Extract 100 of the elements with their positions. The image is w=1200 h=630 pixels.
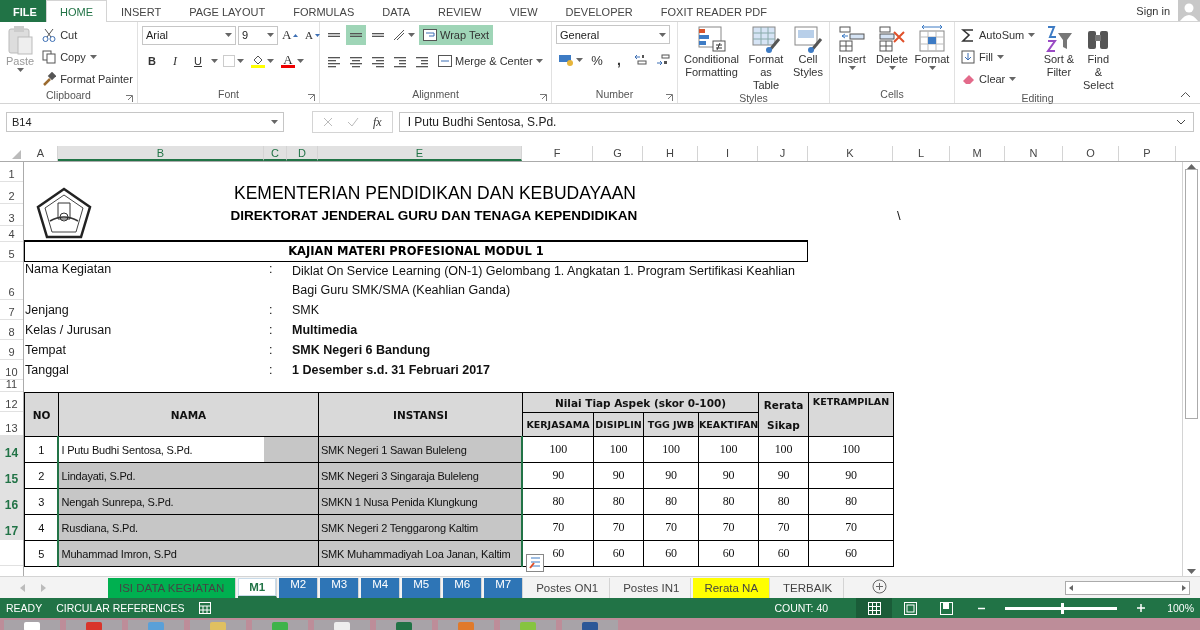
scrollbar-thumb[interactable] — [1185, 169, 1198, 419]
font-size-field[interactable]: 9 — [238, 25, 278, 45]
font-name-field[interactable]: Arial — [142, 25, 236, 45]
sheet-tab[interactable]: M3 — [320, 577, 360, 598]
column-header[interactable]: B — [58, 146, 264, 161]
column-header[interactable]: O — [1063, 146, 1119, 161]
merge-center-button[interactable]: Merge & Center — [434, 51, 547, 71]
column-header[interactable]: C — [264, 146, 287, 161]
row-header[interactable]: 7 — [0, 300, 23, 320]
row-header[interactable]: 1 — [0, 162, 23, 182]
ribbon-button[interactable]: Find & Select — [1080, 25, 1116, 92]
delete-cells-icon — [878, 25, 906, 53]
row-header[interactable]: 10 — [0, 360, 23, 380]
ribbon-button[interactable]: Format — [914, 25, 950, 88]
shrink-font-button[interactable]: A — [302, 25, 323, 45]
ribbon-tab[interactable]: DEVELOPER — [551, 0, 647, 22]
row-header[interactable]: 4 — [0, 226, 23, 242]
vertical-align-button[interactable] — [346, 25, 366, 45]
cut-button[interactable]: Cut — [40, 25, 135, 45]
percent-button[interactable]: % — [587, 50, 607, 70]
ribbon-tab[interactable]: FOXIT READER PDF — [646, 0, 781, 22]
column-header[interactable]: L — [893, 146, 950, 161]
table-cell: 60 — [593, 540, 644, 567]
table-cell: SMK Negeri 2 Tenggarong Kaltim — [318, 514, 523, 541]
row-header[interactable]: 15 — [0, 462, 23, 488]
column-header[interactable]: J — [758, 146, 808, 161]
horizontal-scrollbar[interactable] — [1065, 580, 1190, 595]
table-cell: 70 — [593, 514, 644, 541]
row-header[interactable]: 11 — [0, 380, 23, 392]
slider-thumb[interactable] — [1061, 602, 1065, 614]
insert-function-button[interactable]: fx — [373, 114, 382, 130]
sheet-tab[interactable]: M4 — [361, 577, 401, 598]
row-header[interactable]: 16 — [0, 488, 23, 514]
sheet-tab[interactable]: M5 — [402, 577, 442, 598]
ribbon-tab[interactable]: INSERT — [107, 0, 176, 22]
ribbon-tab[interactable]: FILE — [0, 0, 46, 22]
column-header[interactable]: F — [522, 146, 593, 161]
ribbon-button[interactable]: Cell Styles — [791, 25, 825, 92]
fill-button[interactable]: Fill — [959, 47, 1038, 67]
sheet-tab[interactable]: ISI DATA KEGIATAN — [108, 577, 237, 598]
grow-font-button[interactable]: A — [280, 25, 301, 45]
column-header[interactable]: N — [1005, 146, 1063, 161]
ribbon-tab[interactable]: DATA — [368, 0, 424, 22]
ribbon-tab[interactable]: PAGE LAYOUT — [175, 0, 280, 22]
row-header[interactable]: 12 — [0, 392, 23, 412]
group-label: Clipboard — [4, 89, 133, 103]
copy-button[interactable]: Copy — [40, 47, 135, 67]
ribbon-button[interactable]: Insert — [834, 25, 870, 88]
column-header[interactable]: H — [643, 146, 698, 161]
bold-button[interactable]: B — [142, 51, 162, 71]
caret-icon — [535, 59, 543, 63]
ribbon-button[interactable]: Sort & Filter — [1041, 25, 1077, 92]
number-format-field[interactable]: General — [556, 25, 670, 44]
row-header[interactable]: 9 — [0, 340, 23, 360]
sheet-tab[interactable]: Rerata NA — [693, 577, 771, 598]
wrap-text-button[interactable]: Wrap Text — [419, 25, 494, 45]
column-header[interactable]: G — [593, 146, 643, 161]
column-header[interactable]: E — [318, 146, 522, 161]
underline-button[interactable]: U — [188, 51, 208, 71]
sheet-tab[interactable]: M2 — [279, 577, 319, 598]
clear-button[interactable]: Clear — [959, 69, 1038, 89]
ribbon-button[interactable]: Delete — [874, 25, 910, 88]
sheet-tab[interactable]: Postes IN1 — [612, 577, 692, 598]
ribbon-tab[interactable]: HOME — [46, 0, 107, 22]
sign-in-link[interactable]: Sign in — [1136, 4, 1178, 17]
caret-icon — [314, 33, 320, 37]
sheet-tab[interactable]: TERBAIK — [772, 577, 845, 598]
row-header[interactable]: 17 — [0, 514, 23, 540]
row-header[interactable]: 3 — [0, 204, 23, 226]
column-header[interactable]: P — [1119, 146, 1176, 161]
ribbon-tab[interactable]: VIEW — [495, 0, 552, 22]
sheet-tab[interactable]: M1 — [238, 577, 278, 598]
column-header[interactable]: D — [287, 146, 318, 161]
format-painter-button[interactable]: Format Painter — [40, 69, 135, 89]
decrease-decimal-icon — [656, 54, 670, 66]
comma-button[interactable]: , — [609, 50, 629, 70]
ribbon-tab[interactable]: REVIEW — [424, 0, 496, 22]
formula-field[interactable]: I Putu Budhi Sentosa, S.Pd. — [398, 112, 1194, 132]
row-header[interactable]: 8 — [0, 320, 23, 340]
sheet-tab[interactable]: M6 — [443, 577, 483, 598]
ribbon-button[interactable]: Format as Table — [745, 25, 787, 92]
column-header[interactable]: K — [808, 146, 893, 161]
row-header[interactable]: 2 — [0, 182, 23, 204]
row-header[interactable]: 14 — [0, 436, 23, 462]
font-color-button[interactable]: A — [279, 51, 306, 71]
autosum-button[interactable]: AutoSum — [959, 25, 1038, 45]
name-box[interactable]: B14 — [6, 112, 284, 132]
row-header[interactable]: 6 — [0, 262, 23, 300]
table-cell: SMKN 1 Nusa Penida Klungkung — [318, 488, 523, 515]
ribbon-tab[interactable]: FORMULAS — [279, 0, 369, 22]
insert-cells-icon — [838, 25, 866, 53]
sheet-tab[interactable]: Postes ON1 — [525, 577, 611, 598]
taskbar-button[interactable] — [562, 620, 618, 630]
sheet-tab[interactable]: M7 — [484, 577, 524, 598]
view-button[interactable] — [856, 598, 893, 618]
ribbon-button[interactable]: Conditional Formatting — [682, 25, 742, 92]
italic-button[interactable]: I — [165, 51, 185, 71]
row-header[interactable]: 5 — [0, 242, 23, 262]
column-header[interactable]: M — [950, 146, 1005, 161]
column-header[interactable]: I — [698, 146, 758, 161]
